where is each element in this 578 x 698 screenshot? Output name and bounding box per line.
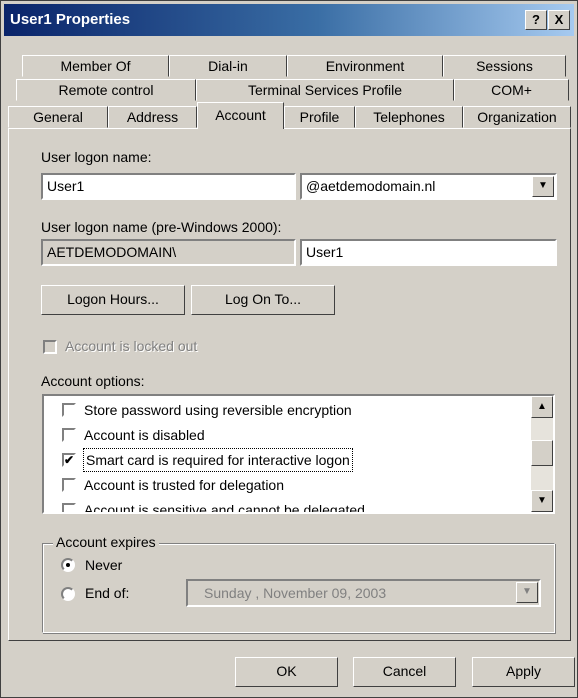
option-label: Smart card is required for interactive l… <box>83 448 353 472</box>
end-date-value: Sunday , November 09, 2003 <box>204 585 387 601</box>
logon-name-input[interactable]: User1 <box>41 173 296 200</box>
cancel-button[interactable]: Cancel <box>353 657 456 687</box>
account-expires-label: Account expires <box>53 534 159 550</box>
tab-com-plus[interactable]: COM+ <box>454 79 569 101</box>
option-checkbox[interactable] <box>62 403 76 417</box>
logon-hours-button[interactable]: Logon Hours... <box>41 285 185 315</box>
end-of-label: End of: <box>85 585 130 601</box>
option-checkbox[interactable]: ✔ <box>62 453 76 467</box>
never-radio[interactable] <box>61 558 75 572</box>
ok-button[interactable]: OK <box>235 657 338 687</box>
scroll-down-icon[interactable]: ▼ <box>531 490 553 512</box>
tab-dial-in[interactable]: Dial-in <box>169 55 287 77</box>
options-scrollbar[interactable]: ▲ ▼ <box>531 396 553 512</box>
option-label: Account is trusted for delegation <box>84 477 285 493</box>
end-of-radio[interactable] <box>61 587 75 601</box>
properties-dialog: User1 Properties ? X Member Of Dial-in E… <box>0 0 578 698</box>
pre2000-domain-field: AETDEMODOMAIN\ <box>41 239 296 266</box>
title-bar[interactable]: User1 Properties ? X <box>4 4 574 36</box>
locked-out-checkbox <box>43 340 57 354</box>
option-label: Account is disabled <box>84 427 205 443</box>
domain-value: @aetdemodomain.nl <box>306 178 436 194</box>
option-checkbox[interactable] <box>62 478 76 492</box>
tab-remote-control[interactable]: Remote control <box>16 79 196 101</box>
chevron-down-icon[interactable]: ▼ <box>532 176 554 197</box>
option-checkbox[interactable] <box>62 428 76 442</box>
tab-environment[interactable]: Environment <box>287 55 443 77</box>
pre2000-label: User logon name (pre-Windows 2000): <box>41 219 282 235</box>
tab-member-of[interactable]: Member Of <box>22 55 169 77</box>
window-title: User1 Properties <box>10 11 131 28</box>
tab-address[interactable]: Address <box>108 106 197 128</box>
never-label: Never <box>85 557 123 573</box>
locked-out-label: Account is locked out <box>65 338 198 354</box>
end-date-picker: Sunday , November 09, 2003 ▼ <box>186 579 541 607</box>
pre2000-user-input[interactable]: User1 <box>300 239 557 266</box>
tab-terminal-services-profile[interactable]: Terminal Services Profile <box>196 79 454 101</box>
tab-profile[interactable]: Profile <box>284 106 355 128</box>
tab-account[interactable]: Account <box>197 102 284 129</box>
account-options-label: Account options: <box>41 373 145 389</box>
logon-name-label: User logon name: <box>41 149 152 165</box>
scroll-thumb[interactable] <box>531 440 553 466</box>
option-checkbox[interactable] <box>62 503 76 512</box>
log-on-to-button[interactable]: Log On To... <box>191 285 335 315</box>
tab-organization[interactable]: Organization <box>463 106 571 128</box>
close-button[interactable]: X <box>548 10 570 30</box>
tab-general[interactable]: General <box>8 106 108 128</box>
domain-select[interactable]: @aetdemodomain.nl ▼ <box>300 173 557 200</box>
tab-sessions[interactable]: Sessions <box>443 55 566 77</box>
help-button[interactable]: ? <box>525 10 547 30</box>
account-options-list[interactable]: Store password using reversible encrypti… <box>42 394 555 514</box>
calendar-dropdown-icon: ▼ <box>516 582 538 603</box>
option-label: Store password using reversible encrypti… <box>84 402 352 418</box>
apply-button[interactable]: Apply <box>472 657 575 687</box>
tab-telephones[interactable]: Telephones <box>355 106 463 128</box>
scroll-up-icon[interactable]: ▲ <box>531 396 553 418</box>
option-label: Account is sensitive and cannot be deleg… <box>84 502 365 514</box>
